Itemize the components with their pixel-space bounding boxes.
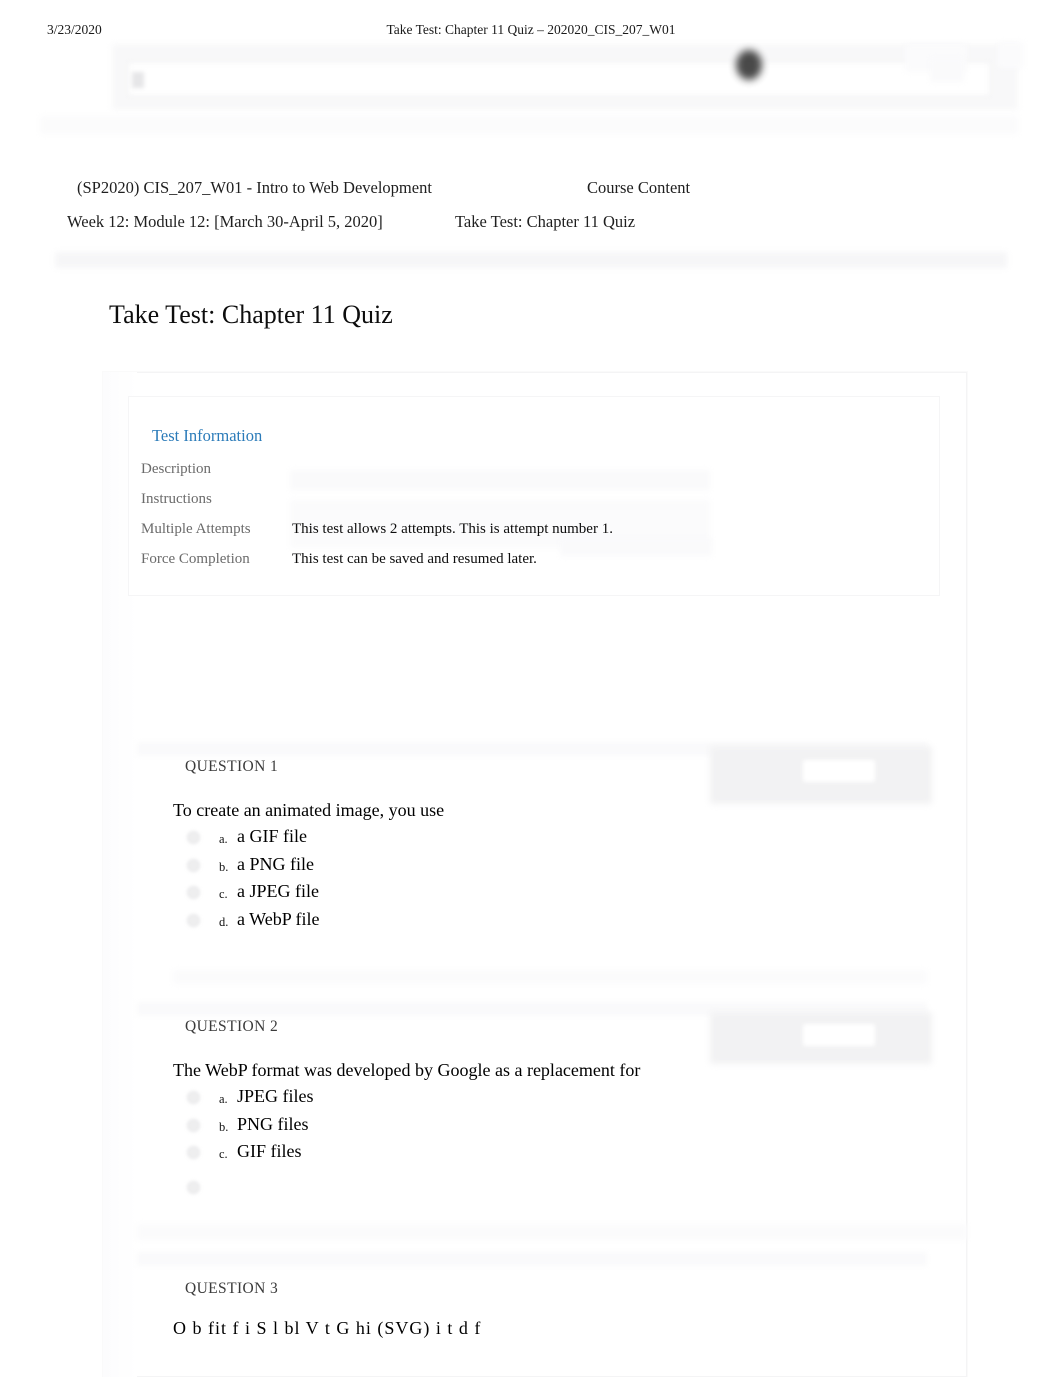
option-letter: a.: [219, 1092, 228, 1106]
breadcrumb-module[interactable]: Week 12: Module 12: [March 30-April 5, 2…: [67, 212, 383, 232]
info-label: Instructions: [141, 491, 212, 507]
info-row: Multiple Attempts This test allows 2 att…: [141, 521, 931, 551]
info-label: Force Completion: [141, 551, 250, 567]
option-letter: c.: [219, 1147, 228, 1161]
breadcrumb-course[interactable]: (SP2020) CIS_207_W01 - Intro to Web Deve…: [77, 178, 432, 198]
radio-icon[interactable]: [187, 913, 200, 927]
option-letter: a.: [219, 832, 228, 846]
breadcrumb-course-content[interactable]: Course Content: [587, 178, 690, 198]
question-text: To create an animated image, you use: [173, 800, 445, 820]
notifications-icon[interactable]: [930, 58, 964, 82]
breadcrumb: (SP2020) CIS_207_W01 - Intro to Web Deve…: [0, 178, 1062, 248]
question-label: QUESTION 2: [185, 1018, 279, 1035]
option-label: a GIF file: [237, 826, 307, 846]
option-letter: d.: [219, 914, 229, 929]
test-information-rows: Description Instructions Multiple Attemp…: [141, 461, 931, 581]
question-footer-divider: [137, 1224, 967, 1240]
radio-icon[interactable]: [187, 1146, 200, 1159]
print-header: 3/23/2020 Take Test: Chapter 11 Quiz – 2…: [0, 22, 1062, 44]
question-block-1: QUESTION 1 To create an animated image, …: [137, 742, 967, 1000]
option-label: a JPEG file: [237, 881, 319, 901]
question-block-2: QUESTION 2 The WebP format was developed…: [137, 1002, 967, 1240]
option-label: GIF files: [237, 1141, 302, 1161]
info-row: Description: [141, 461, 931, 491]
radio-icon[interactable]: [187, 886, 200, 899]
question-block-3: QUESTION 3 O b fit f i S l bl V t G hi (…: [137, 1252, 967, 1377]
option-label: a PNG file: [237, 853, 314, 874]
question-divider: [137, 1252, 927, 1266]
gear-icon[interactable]: [998, 42, 1024, 68]
breadcrumb-divider: [55, 252, 1007, 268]
info-row: Force Completion This test can be saved …: [141, 551, 931, 581]
question-footer-divider: [173, 970, 927, 984]
question-text: O b fit f i S l bl V t G hi (SVG) i t d …: [173, 1318, 482, 1338]
question-points-value: [803, 760, 875, 782]
avatar[interactable]: [736, 50, 762, 80]
question-text: The WebP format was developed by Google …: [173, 1060, 641, 1080]
page-title: Take Test: Chapter 11 Quiz: [109, 300, 393, 329]
radio-icon[interactable]: [187, 1091, 200, 1104]
quiz-page: 3/23/2020 Take Test: Chapter 11 Quiz – 2…: [0, 0, 1062, 1377]
option-letter: c.: [219, 887, 228, 901]
radio-icon[interactable]: [187, 831, 200, 844]
info-label: Description: [141, 461, 211, 477]
secondary-navbar: [40, 116, 1018, 134]
question-points-value: [803, 1024, 875, 1046]
test-information-heading: Test Information: [152, 426, 263, 445]
option-letter: b.: [219, 1119, 229, 1134]
radio-icon[interactable]: [187, 1180, 200, 1194]
info-value: This test allows 2 attempts. This is att…: [292, 521, 613, 537]
radio-icon[interactable]: [187, 1118, 200, 1132]
option-label: a WebP file: [237, 908, 320, 929]
menu-icon[interactable]: [132, 72, 144, 88]
print-page-title: Take Test: Chapter 11 Quiz – 202020_CIS_…: [386, 22, 676, 37]
search-input[interactable]: [128, 62, 990, 96]
option-letter: b.: [219, 859, 229, 874]
info-row: Instructions: [141, 491, 931, 521]
question-label: QUESTION 1: [185, 758, 279, 775]
question-label: QUESTION 3: [185, 1280, 279, 1297]
info-value: This test can be saved and resumed later…: [292, 551, 537, 567]
option-label: JPEG files: [237, 1086, 314, 1106]
radio-icon[interactable]: [187, 858, 200, 872]
info-label: Multiple Attempts: [141, 521, 251, 537]
breadcrumb-current: Take Test: Chapter 11 Quiz: [455, 212, 636, 231]
option-label: PNG files: [237, 1113, 309, 1134]
